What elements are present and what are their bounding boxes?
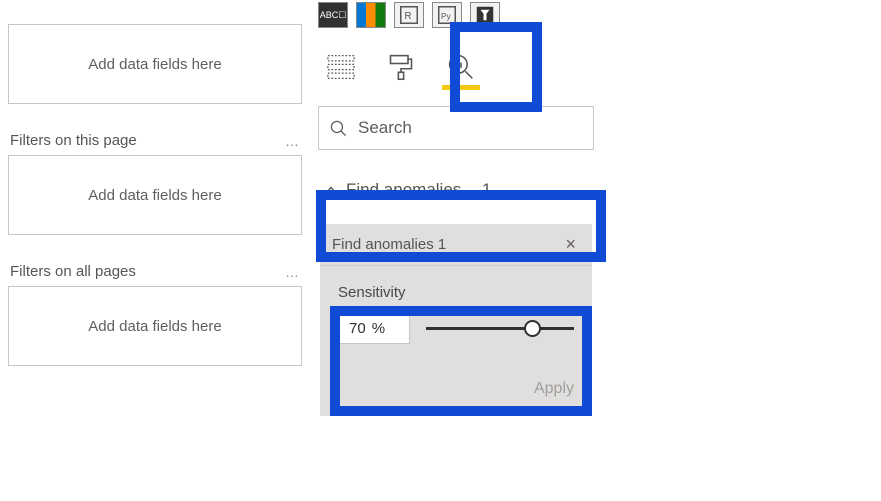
active-tab-indicator (442, 85, 480, 90)
viz-type-py-icon[interactable]: Py (432, 2, 462, 28)
slider-thumb[interactable] (524, 320, 541, 337)
filters-all-more-icon[interactable]: … (285, 264, 300, 280)
tab-fields[interactable] (324, 50, 358, 84)
filters-pane: Add data fields here Filters on this pag… (0, 0, 310, 501)
analytics-magnifier-icon (447, 53, 475, 81)
anomaly-item-title: Find anomalies 1 (332, 236, 446, 253)
fields-icon (327, 53, 355, 81)
svg-text:Py: Py (441, 12, 452, 21)
filter-page-dropzone[interactable]: Add data fields here (8, 155, 302, 235)
filter-all-dropzone[interactable]: Add data fields here (8, 286, 302, 366)
tab-analytics[interactable] (444, 50, 478, 84)
viz-type-r-icon[interactable]: R (394, 2, 424, 28)
sensitivity-value-input[interactable]: 70 % (338, 313, 410, 344)
filter-visual-dropzone[interactable]: Add data fields here (8, 24, 302, 104)
sensitivity-group: Sensitivity 70 % (320, 266, 592, 358)
viz-type-card-icon[interactable]: ABC☐ (318, 2, 348, 28)
close-icon[interactable]: × (561, 234, 580, 255)
slider-track (426, 327, 574, 330)
filters-visual-section: Add data fields here (8, 24, 302, 104)
search-input[interactable]: Search (318, 106, 594, 150)
filters-all-header: Filters on all pages … (8, 259, 302, 286)
find-anomalies-section[interactable]: Find anomalies 1 (310, 158, 602, 220)
section-count: 1 (482, 180, 491, 200)
chevron-up-icon (324, 183, 338, 197)
svg-text:R: R (405, 11, 412, 22)
anomaly-item-header[interactable]: Find anomalies 1 × (320, 224, 592, 266)
filters-all-section: Filters on all pages … Add data fields h… (8, 259, 302, 366)
tab-format[interactable] (384, 50, 418, 84)
dropzone-placeholder: Add data fields here (88, 187, 221, 204)
viz-gallery: ABC☐ R Py (310, 0, 602, 32)
filters-all-label: Filters on all pages (10, 263, 136, 280)
section-label: Find anomalies (346, 180, 461, 200)
apply-button[interactable]: Apply (534, 380, 574, 397)
filters-page-section: Filters on this page … Add data fields h… (8, 128, 302, 235)
filters-page-more-icon[interactable]: … (285, 133, 300, 149)
visualizations-pane: ABC☐ R Py (310, 0, 602, 501)
search-placeholder: Search (358, 118, 412, 138)
viz-type-key-influencers-icon[interactable] (470, 2, 500, 28)
paint-roller-icon (387, 53, 415, 81)
sensitivity-value: 70 (349, 320, 366, 337)
pane-tabs (310, 32, 602, 92)
search-icon (329, 119, 348, 138)
viz-type-treemap-icon[interactable] (356, 2, 386, 28)
filters-page-label: Filters on this page (10, 132, 137, 149)
sensitivity-slider[interactable] (426, 317, 574, 341)
sensitivity-label: Sensitivity (338, 284, 574, 301)
anomaly-item: Find anomalies 1 × Sensitivity 70 % Appl… (320, 224, 592, 416)
filters-page-header: Filters on this page … (8, 128, 302, 155)
sensitivity-unit: % (372, 320, 385, 337)
dropzone-placeholder: Add data fields here (88, 56, 221, 73)
dropzone-placeholder: Add data fields here (88, 318, 221, 335)
